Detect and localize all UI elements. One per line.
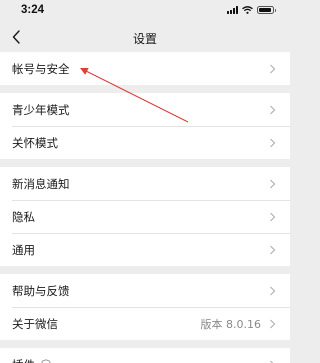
settings-item-label: 关于微信 — [12, 316, 58, 331]
signal-icon — [227, 6, 238, 14]
shield-icon — [41, 359, 51, 363]
version-value: 版本 8.0.16 — [200, 317, 261, 331]
wifi-icon — [242, 6, 253, 14]
chevron-right-icon — [270, 138, 276, 147]
settings-item-label: 插件 — [12, 357, 35, 363]
group-account: 帐号与安全 — [0, 52, 290, 85]
chevron-right-icon — [270, 105, 276, 114]
chevron-right-icon — [270, 212, 276, 221]
settings-item-privacy[interactable]: 隐私 — [0, 200, 290, 233]
status-icons — [227, 6, 276, 14]
status-time: 3:24 — [21, 4, 45, 16]
settings-item-label: 帮助与反馈 — [12, 283, 70, 298]
group-help: 帮助与反馈 关于微信 版本 8.0.16 — [0, 274, 290, 340]
battery-icon — [257, 6, 276, 14]
settings-item-care-mode[interactable]: 关怀模式 — [0, 126, 290, 159]
group-modes: 青少年模式 关怀模式 — [0, 93, 290, 159]
chevron-right-icon — [270, 360, 274, 363]
settings-item-label: 隐私 — [12, 209, 35, 224]
battery-level — [259, 8, 272, 12]
settings-item-account-security[interactable]: 帐号与安全 — [0, 52, 290, 85]
settings-item-label: 青少年模式 — [12, 102, 70, 117]
settings-item-teen-mode[interactable]: 青少年模式 — [0, 93, 290, 126]
settings-item-label: 关怀模式 — [12, 135, 58, 150]
settings-item-label: 帐号与安全 — [12, 61, 70, 76]
chevron-right-icon — [270, 179, 276, 188]
settings-item-label: 新消息通知 — [12, 176, 70, 191]
chevron-right-icon — [270, 245, 276, 254]
settings-item-about[interactable]: 关于微信 版本 8.0.16 — [0, 307, 290, 340]
chevron-right-icon — [270, 286, 276, 295]
chevron-right-icon — [270, 319, 276, 328]
page-title: 设置 — [132, 32, 157, 46]
settings-item-label: 通用 — [12, 242, 35, 257]
status-bar: 3:24 — [0, 0, 290, 22]
chevron-right-icon — [270, 64, 276, 73]
nav-bar: 设置 — [0, 22, 290, 52]
settings-item-plugins[interactable]: 插件 — [0, 348, 290, 363]
settings-item-notifications[interactable]: 新消息通知 — [0, 167, 290, 200]
group-general: 新消息通知 隐私 通用 — [0, 167, 290, 266]
settings-item-help-feedback[interactable]: 帮助与反馈 — [0, 274, 290, 307]
settings-item-general[interactable]: 通用 — [0, 233, 290, 266]
group-plugins: 插件 — [0, 348, 290, 363]
